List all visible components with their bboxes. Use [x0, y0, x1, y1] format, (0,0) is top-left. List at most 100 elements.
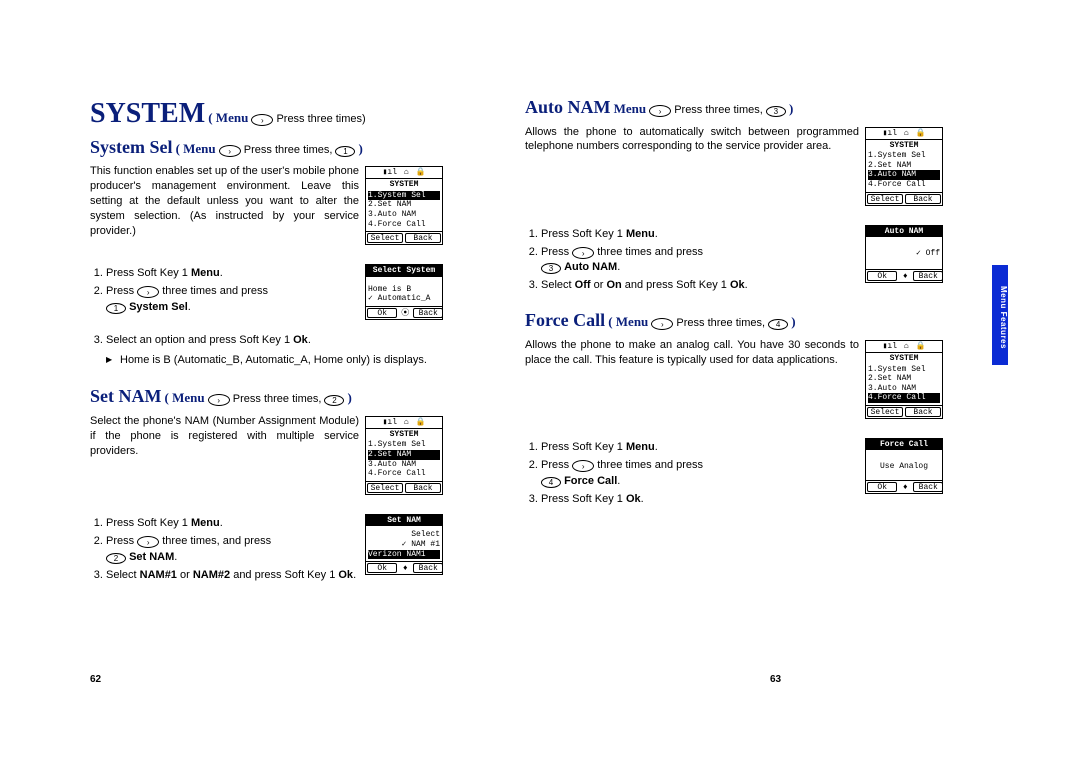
phone-screenshot: Auto NAM ✓ Off Ok ♦ Back — [865, 225, 943, 283]
set-nam-tail-b: ) — [348, 390, 352, 405]
page-number-left: 62 — [90, 674, 101, 685]
phone-soft-left: Ok — [367, 308, 397, 318]
key-4-icon: 4 — [768, 319, 788, 330]
phone-title: Auto NAM — [866, 226, 942, 238]
phone-softkeys: Ok ♦ Back — [866, 480, 942, 493]
phone-row: 4.Force Call — [368, 469, 440, 479]
system-sel-tail-b: ) — [359, 141, 363, 156]
step-text: Press Soft Key 1 — [106, 267, 191, 279]
step: Press Soft Key 1 Menu. — [106, 516, 359, 532]
step-strong: NAM#1 — [140, 569, 177, 581]
page-spread: SYSTEM ( Menu › Press three times) Syste… — [0, 0, 1080, 604]
phone-soft-left: Ok — [867, 271, 897, 281]
system-sel-intro: This function enables set up of the user… — [90, 164, 359, 238]
phone-screenshot: ▮ıl ⌂ 🔒 SYSTEM 1.System Sel 2.Set NAM 3.… — [865, 340, 943, 419]
force-call-tail-b: ) — [791, 314, 795, 329]
phone-softkeys: Select Back — [866, 405, 942, 418]
force-call-head: Force Call — [525, 310, 605, 330]
step-text: . — [308, 334, 311, 346]
phone-screenshot: ▮ıl ⌂ 🔒 SYSTEM 1.System Sel 2.Set NAM 3.… — [365, 166, 443, 245]
set-nam-tail-a: Press three times, — [233, 393, 325, 405]
step-text: . — [655, 228, 658, 240]
phone-row: 3.Auto NAM — [368, 460, 440, 470]
key-2-icon: 2 — [324, 395, 344, 406]
phone-softkeys: Ok ♦ Back — [366, 561, 442, 574]
step-text: Select — [106, 569, 140, 581]
step-text: and press Soft Key 1 — [230, 569, 338, 581]
step: Press › three times and press 4 Force Ca… — [541, 458, 859, 490]
force-call-section: Force Call ( Menu › Press three times, 4… — [525, 310, 945, 509]
phone-row: 2.Set NAM — [368, 450, 440, 460]
key-1-icon: 1 — [106, 303, 126, 314]
nav-right-icon: › — [219, 145, 241, 157]
step-strong: On — [606, 279, 621, 291]
phone-status-bar: ▮ıl ⌂ 🔒 — [366, 417, 442, 429]
phone-screenshot: ▮ıl ⌂ 🔒 SYSTEM 1.System Sel 2.Set NAM 3.… — [365, 416, 443, 495]
auto-nam-steps-row: Press Soft Key 1 Menu. Press › three tim… — [525, 223, 945, 297]
system-sel-note: Home is B (Automatic_B, Automatic_A, Hom… — [106, 353, 445, 368]
key-1-icon: 1 — [335, 146, 355, 157]
step-text: Press — [541, 459, 572, 471]
phone-soft-left: Select — [367, 483, 403, 493]
key-3-icon: 3 — [541, 263, 561, 274]
phone-row: 3.Auto NAM — [368, 210, 440, 220]
phone-row: Home is B — [368, 285, 440, 295]
step: Select an option and press Soft Key 1 Ok… — [106, 333, 445, 349]
page-number-right: 63 — [770, 674, 781, 685]
phone-row: 4.Force Call — [868, 180, 940, 190]
force-call-steps: Press Soft Key 1 Menu. Press › three tim… — [525, 440, 859, 508]
key-2-icon: 2 — [106, 553, 126, 564]
step-strong: System Sel — [129, 301, 188, 313]
step-text: Press Soft Key 1 — [541, 441, 626, 453]
step-strong: Ok — [293, 334, 308, 346]
phone-soft-left: Select — [867, 407, 903, 417]
auto-nam-intro-row: Allows the phone to automatically switch… — [525, 125, 945, 215]
step-text: three times and press — [594, 459, 703, 471]
step-text: . — [641, 493, 644, 505]
phone-row: ✓ Off — [868, 249, 940, 259]
phone-row: 2.Set NAM — [868, 161, 940, 171]
system-sel-phone2-wrap: Select System Home is B ✓ Automatic_A Ok… — [365, 262, 445, 329]
system-title-line: SYSTEM ( Menu › Press three times) — [90, 97, 445, 131]
phone-title: Force Call — [866, 439, 942, 451]
step-strong: Set NAM — [129, 551, 174, 563]
auto-nam-tail-a: Press three times, — [674, 104, 766, 116]
step-strong: Off — [575, 279, 591, 291]
set-nam-steps: Press Soft Key 1 Menu. Press › three tim… — [90, 516, 359, 584]
step-strong: Menu — [626, 228, 655, 240]
phone-soft-left: Select — [367, 233, 403, 243]
step: Press Soft Key 1 Ok. — [541, 492, 859, 508]
step: Press › three times and press 3 Auto NAM… — [541, 245, 859, 277]
nav-right-icon: › — [208, 394, 230, 406]
step-text: or — [177, 569, 193, 581]
key-4-icon: 4 — [541, 477, 561, 488]
nav-right-icon: › — [651, 318, 673, 330]
phone-soft-right: Back — [405, 233, 441, 243]
step: Press Soft Key 1 Menu. — [541, 440, 859, 456]
phone-row: 4.Force Call — [868, 393, 940, 403]
nav-right-icon: › — [137, 286, 159, 298]
step: Press › three times, and press 2 Set NAM… — [106, 534, 359, 566]
step-text: Press — [541, 246, 572, 258]
phone-status-bar: ▮ıl ⌂ 🔒 — [866, 128, 942, 140]
step-text: . — [617, 475, 620, 487]
phone-soft-left: Ok — [367, 563, 397, 573]
step-text: and press Soft Key 1 — [622, 279, 730, 291]
phone-title: SYSTEM — [866, 140, 942, 152]
nav-right-icon: › — [251, 114, 273, 126]
phone-title: Set NAM — [366, 515, 442, 527]
phone-soft-mid: ♦ — [398, 562, 412, 574]
phone-row: Select — [368, 530, 440, 540]
system-sel-steps-row: Press Soft Key 1 Menu. Press › three tim… — [90, 262, 445, 329]
step-strong: Ok — [338, 569, 353, 581]
step-text: . — [617, 261, 620, 273]
step-text: Press Soft Key 1 — [541, 228, 626, 240]
step-strong: Ok — [626, 493, 641, 505]
phone-soft-left: Select — [867, 194, 903, 204]
step-text: . — [655, 441, 658, 453]
auto-nam-tail-b: ) — [789, 101, 793, 116]
force-call-intro-row: Allows the phone to make an analog call.… — [525, 338, 945, 428]
step-strong: Auto NAM — [564, 261, 617, 273]
side-tab-menu-features: Menu Features — [992, 265, 1008, 365]
phone-row: 1.System Sel — [868, 365, 940, 375]
